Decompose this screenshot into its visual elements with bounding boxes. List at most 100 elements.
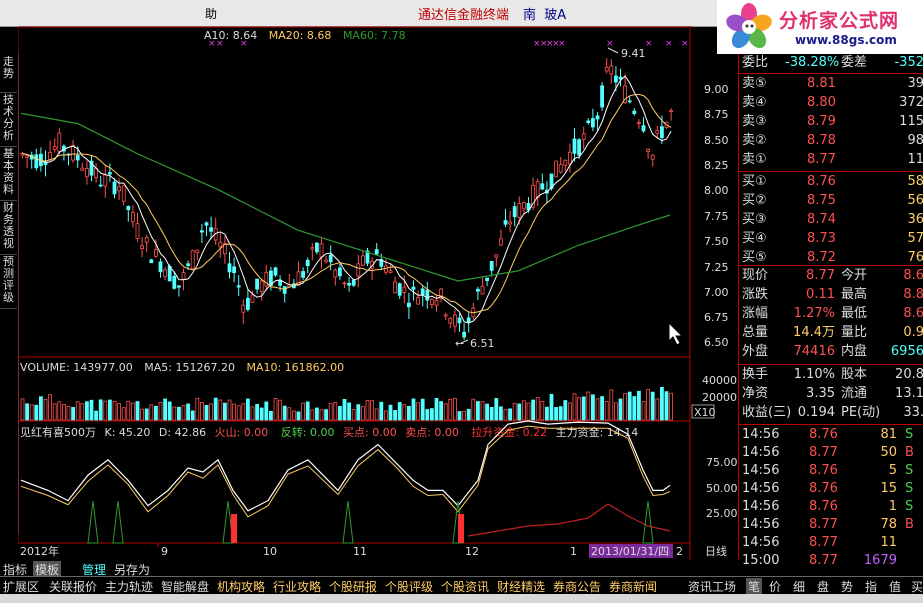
right-tab[interactable]: 买 (911, 578, 923, 595)
nav-item[interactable]: 行业攻略 (273, 578, 321, 595)
moving-averages (20, 75, 672, 324)
volume-bar (296, 411, 301, 421)
volume-bar (85, 401, 89, 421)
period-label: 日线 (705, 544, 727, 558)
nav-item[interactable]: 资讯工场 (688, 578, 736, 595)
volume-bar (558, 406, 563, 421)
volume-bar (411, 398, 416, 421)
nav-item[interactable]: 扩展区 (3, 578, 39, 595)
volume-bar (314, 407, 319, 421)
nav-item[interactable]: 智能解盘 (161, 578, 209, 595)
candle-body (204, 222, 209, 226)
volume-bar (57, 401, 62, 421)
candle-body (34, 154, 39, 169)
volume-bar (43, 398, 48, 421)
volume-bar (34, 404, 39, 421)
volume-bar (181, 405, 186, 421)
candle-body (181, 272, 186, 280)
time-label: 11 (353, 545, 367, 558)
candle-body (347, 282, 352, 286)
ask-row: 卖② 8.78 98 (742, 133, 923, 148)
volume-bar (342, 399, 347, 421)
right-tab[interactable]: 价 (769, 578, 781, 595)
bottom-nav: 扩展区 关联报价 主力轨迹 智能解盘 机构攻略 行业攻略 个股研报 个股评级 个… (0, 576, 923, 595)
nav-item[interactable]: 券商公告 (553, 578, 601, 595)
volume-bar (660, 387, 664, 421)
right-tab[interactable]: 势 (841, 578, 853, 595)
candle-body (259, 280, 264, 293)
side-tab-jishu[interactable]: 技术分析 (0, 92, 17, 147)
stat-row: 总量 14.4万 量比 0.9 (742, 325, 923, 340)
side-tab-yuce[interactable]: 预测评级 (0, 254, 17, 309)
right-tab[interactable]: 盘 (817, 578, 829, 595)
time-label: 10 (263, 545, 277, 558)
volume-bar (577, 397, 581, 421)
candle-body (337, 267, 342, 277)
time-label: 12 (465, 545, 479, 558)
candle-body (190, 250, 195, 270)
indicator-tick: 75.00 (706, 456, 738, 469)
tick-row: 14:56 8.76 1 S (742, 499, 914, 514)
candle-body (563, 159, 568, 166)
chart-area[interactable]: A10: 8.64 MA20: 8.68 MA60: 7.78 9.00 8.7… (18, 26, 738, 560)
candle-body (328, 254, 333, 263)
right-tab[interactable]: 指 (865, 578, 877, 595)
nav-item[interactable]: 关联报价 (49, 578, 97, 595)
volume-bar (80, 403, 85, 421)
candle-body (586, 120, 591, 123)
volume-bar (94, 410, 98, 421)
right-tab[interactable]: 笔 (746, 578, 763, 595)
nav-item[interactable]: 券商新闻 (609, 578, 657, 595)
volume-bar (291, 410, 296, 421)
volume-bar (135, 401, 140, 421)
right-tab[interactable]: 值 (889, 578, 901, 595)
candle-body (209, 227, 214, 232)
candle-body (144, 237, 149, 243)
candle-body (416, 297, 421, 305)
side-tab-zoushi[interactable]: 走势 (0, 54, 17, 93)
nav-item[interactable]: 个股研报 (329, 578, 377, 595)
volume-bar (434, 398, 439, 421)
volume-bar (204, 405, 209, 421)
nav-item[interactable]: 机构攻略 (217, 578, 265, 595)
candle-body (498, 238, 503, 246)
volume-bar (512, 402, 517, 421)
volume-bar (600, 396, 604, 421)
tick-row: 14:56 8.77 78 B (742, 517, 914, 532)
nav-item[interactable]: 主力轨迹 (105, 578, 153, 595)
volume-bar (508, 408, 513, 421)
volume-bar (457, 411, 462, 421)
red-bar (461, 514, 464, 543)
tick-row: 14:56 8.76 81 S (742, 427, 914, 442)
volume-bar (71, 407, 75, 421)
volume-bar (609, 389, 614, 421)
volume-bar (117, 403, 121, 421)
signal-mark: × (681, 39, 689, 49)
volume-bar (282, 405, 287, 421)
volume-bar (448, 398, 453, 421)
candlesticks (20, 58, 673, 341)
volume-bar (563, 400, 568, 421)
nav-item[interactable]: 个股评级 (385, 578, 433, 595)
nav-item[interactable]: 个股资讯 (441, 578, 489, 595)
candle-body (457, 317, 462, 324)
candle-body (305, 259, 310, 267)
candle-body (140, 245, 144, 250)
candle-body (568, 151, 572, 165)
side-tab-caiwu[interactable]: 财务透视 (0, 200, 17, 255)
right-tab[interactable]: 细 (793, 578, 805, 595)
candle-body (595, 115, 600, 120)
candle-body (614, 75, 618, 83)
logo-text: 分析家公式网 (779, 10, 900, 32)
signal-mark: × (645, 39, 653, 49)
time-label: 1 (570, 545, 577, 558)
volume-bar (186, 403, 191, 421)
volume-bar (259, 407, 264, 421)
volume-bars (20, 387, 673, 421)
bid-row: 买③ 8.74 36 (742, 212, 923, 227)
side-tab-jiben[interactable]: 基本资料 (0, 146, 17, 201)
nav-item[interactable]: 财经精选 (497, 578, 545, 595)
indicator-tick: 50.00 (706, 482, 738, 495)
price-tick: 7.25 (704, 261, 729, 274)
candle-body (600, 85, 604, 108)
